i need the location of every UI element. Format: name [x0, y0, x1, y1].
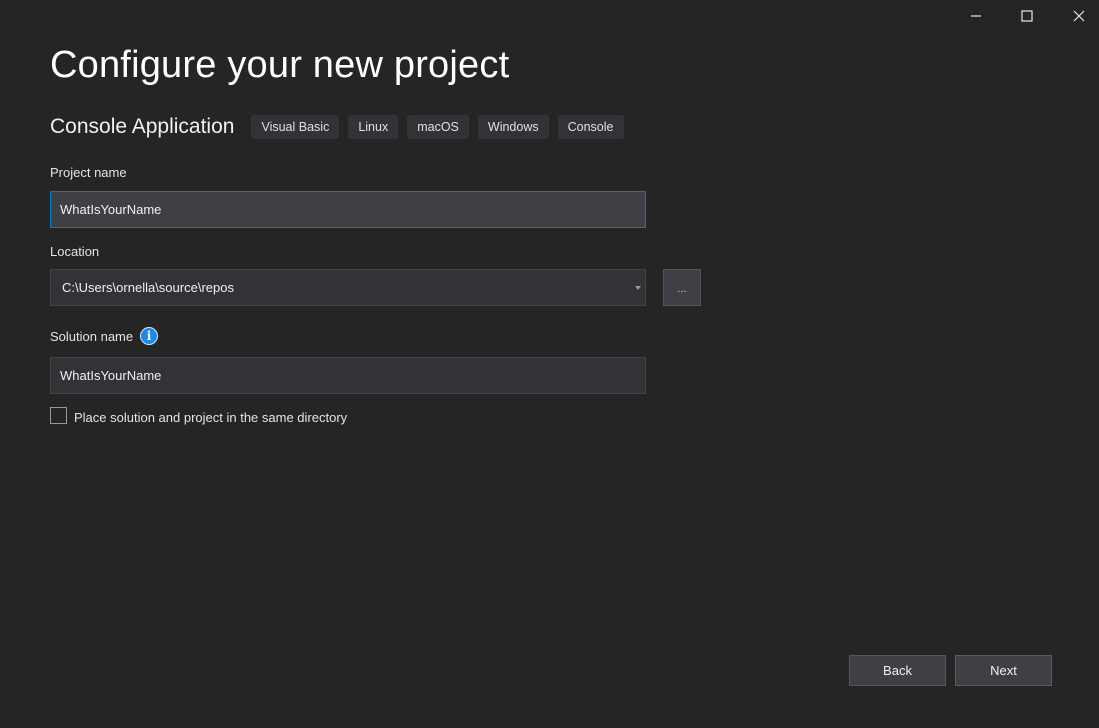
project-name-label: Project name — [50, 165, 127, 180]
tag-language: Visual Basic — [251, 115, 340, 139]
location-dropdown[interactable]: C:\Users\ornella\source\repos — [50, 269, 646, 306]
template-info: Console Application Visual Basic Linux m… — [50, 115, 633, 139]
info-icon[interactable]: i — [140, 327, 158, 345]
page-title: Configure your new project — [50, 44, 510, 86]
minimize-button[interactable] — [950, 0, 1002, 32]
location-label: Location — [50, 244, 100, 259]
project-name-input[interactable] — [50, 191, 646, 228]
browse-location-button[interactable]: ... — [663, 269, 701, 306]
location-value: C:\Users\ornella\source\repos — [62, 280, 234, 295]
template-name: Console Application — [50, 115, 235, 138]
solution-name-label: Solution name — [50, 329, 134, 344]
same-directory-checkbox[interactable] — [50, 407, 67, 424]
next-button[interactable]: Next — [955, 655, 1052, 686]
tag-platform-linux: Linux — [348, 115, 399, 139]
solution-name-input[interactable] — [50, 357, 646, 394]
close-button[interactable] — [1053, 0, 1099, 32]
tag-project-type: Console — [557, 115, 624, 139]
tag-platform-windows: Windows — [477, 115, 549, 139]
maximize-icon — [1021, 10, 1033, 22]
maximize-button[interactable] — [1001, 0, 1053, 32]
minimize-icon — [971, 15, 981, 17]
same-directory-label[interactable]: Place solution and project in the same d… — [74, 410, 347, 425]
chevron-down-icon — [635, 286, 641, 290]
close-icon — [1073, 10, 1085, 22]
back-button[interactable]: Back — [849, 655, 946, 686]
tag-platform-macos: macOS — [407, 115, 469, 139]
